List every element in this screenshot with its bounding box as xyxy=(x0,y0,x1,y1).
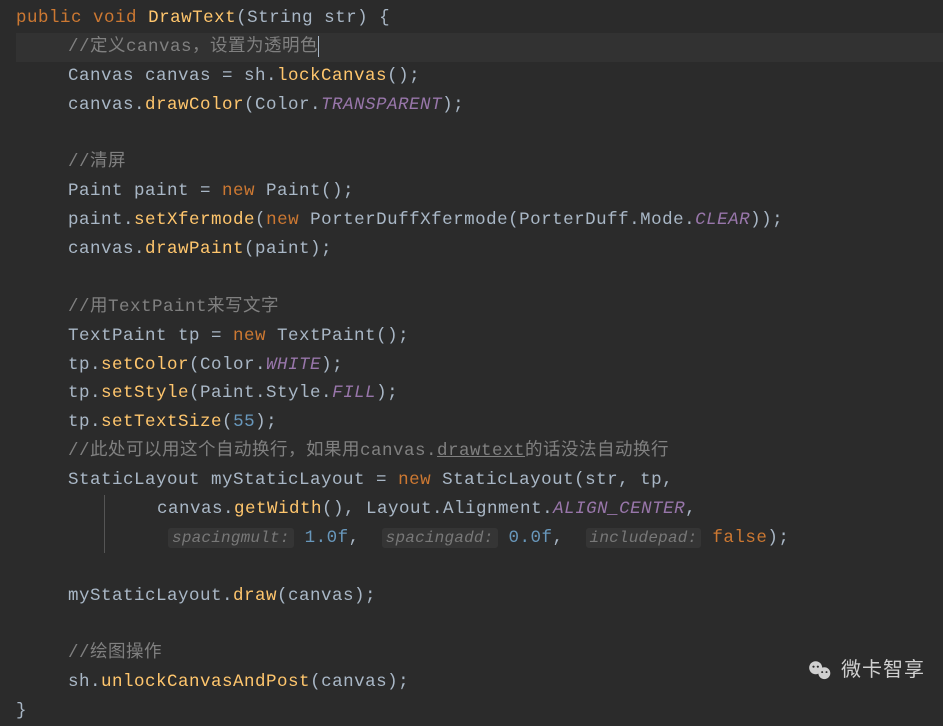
code-line: tp.setStyle(Paint.Style.FILL); xyxy=(16,379,943,408)
code-line: spacingmult: 1.0f, spacingadd: 0.0f, inc… xyxy=(16,524,943,553)
empty-line xyxy=(16,553,943,582)
code-line: myStaticLayout.draw(canvas); xyxy=(16,582,943,611)
code-line: canvas.drawPaint(paint); xyxy=(16,235,943,264)
code-line: //用TextPaint来写文字 xyxy=(16,293,943,322)
code-line: Paint paint = new Paint(); xyxy=(16,177,943,206)
code-line: sh.unlockCanvasAndPost(canvas); xyxy=(16,668,943,697)
code-line: //定义canvas，设置为透明色 xyxy=(16,33,943,62)
empty-line xyxy=(16,120,943,149)
wechat-icon xyxy=(807,658,833,684)
watermark: 微卡智享 xyxy=(807,654,925,687)
code-line: //此处可以用这个自动换行，如果用canvas.drawtext的话没法自动换行 xyxy=(16,437,943,466)
code-line: } xyxy=(16,697,943,726)
code-line: Canvas canvas = sh.lockCanvas(); xyxy=(16,62,943,91)
watermark-label: 微卡智享 xyxy=(841,654,925,687)
empty-line xyxy=(16,264,943,293)
code-line: public void DrawText(String str) { xyxy=(16,4,943,33)
code-line: //绘图操作 xyxy=(16,639,943,668)
code-editor[interactable]: public void DrawText(String str) { //定义c… xyxy=(16,4,943,726)
code-line: TextPaint tp = new TextPaint(); xyxy=(16,322,943,351)
code-line: canvas.drawColor(Color.TRANSPARENT); xyxy=(16,91,943,120)
param-hint: spacingadd: xyxy=(382,528,498,548)
empty-line xyxy=(16,610,943,639)
code-line: paint.setXfermode(new PorterDuffXfermode… xyxy=(16,206,943,235)
param-hint: includepad: xyxy=(586,528,702,548)
param-hint: spacingmult: xyxy=(168,528,294,548)
code-line: tp.setTextSize(55); xyxy=(16,408,943,437)
text-cursor xyxy=(318,36,319,57)
code-line: canvas.getWidth(), Layout.Alignment.ALIG… xyxy=(16,495,943,524)
code-line: //清屏 xyxy=(16,148,943,177)
code-line: StaticLayout myStaticLayout = new Static… xyxy=(16,466,943,495)
code-line: tp.setColor(Color.WHITE); xyxy=(16,351,943,380)
